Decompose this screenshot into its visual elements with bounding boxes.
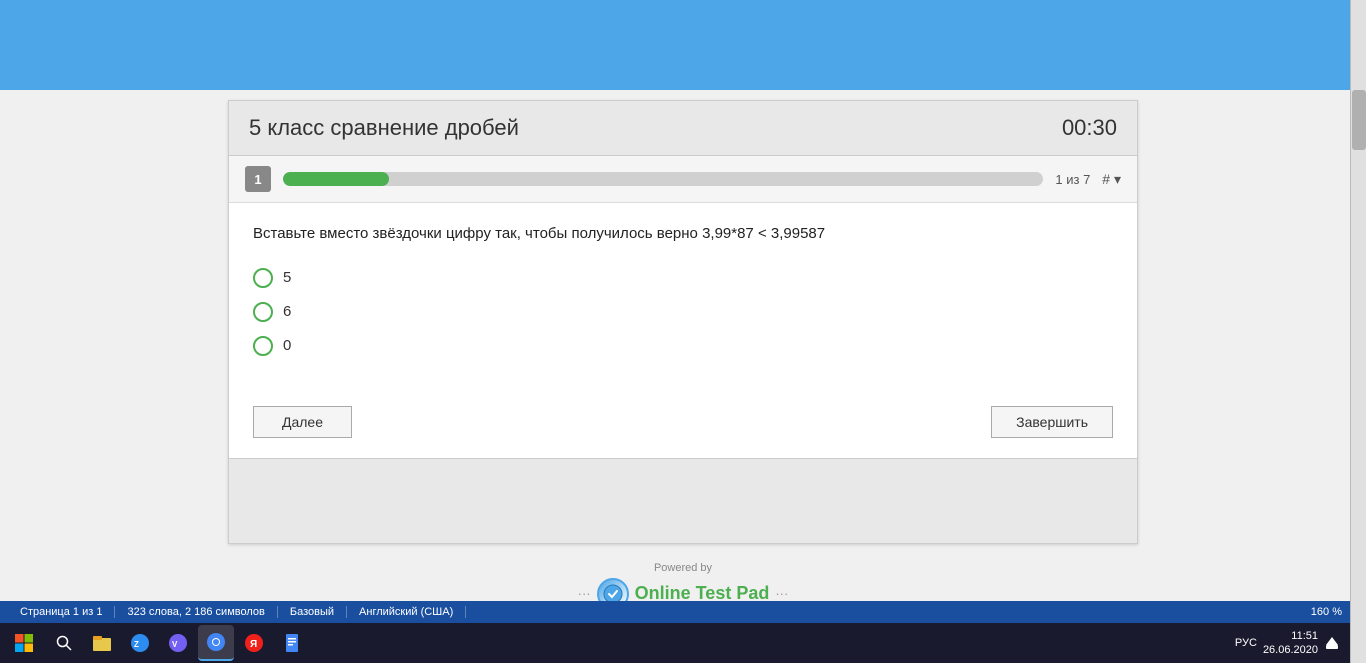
- scrollbar[interactable]: [1350, 0, 1366, 663]
- svg-text:V: V: [172, 640, 178, 649]
- option-label-3: 0: [283, 337, 291, 354]
- taskbar-yandex[interactable]: Я: [236, 625, 272, 661]
- notification-icon[interactable]: [1324, 635, 1340, 651]
- progress-area: 1 1 из 7 # ▾: [229, 156, 1137, 203]
- taskbar-clock: 11:51 26.06.2020: [1263, 629, 1318, 658]
- next-button[interactable]: Далее: [253, 406, 352, 438]
- taskbar-right-area: РУС 11:51 26.06.2020: [1235, 629, 1346, 658]
- progress-bar-fill: [283, 172, 389, 186]
- taskbar-search-button[interactable]: [46, 625, 82, 661]
- taskbar-language: РУС: [1235, 637, 1257, 649]
- question-number-badge: 1: [245, 166, 271, 192]
- question-body: Вставьте вместо звёздочки цифру так, что…: [229, 203, 1137, 406]
- status-bar: Страница 1 из 1 323 слова, 2 186 символо…: [0, 601, 1350, 623]
- quiz-header: 5 класс сравнение дробей 00:30: [229, 101, 1137, 156]
- taskbar-viber[interactable]: V: [160, 625, 196, 661]
- svg-text:Я: Я: [250, 639, 257, 650]
- progress-bar-container: [283, 172, 1043, 186]
- quiz-title: 5 класс сравнение дробей: [249, 115, 519, 141]
- card-lower-section: [229, 458, 1137, 543]
- progress-text: 1 из 7: [1055, 172, 1090, 187]
- status-zoom: 160 %: [1311, 606, 1342, 618]
- options-list: 5 6 0: [253, 268, 1113, 356]
- taskbar-time-display: 11:51: [1263, 629, 1318, 643]
- footer-powered-text: Powered by: [654, 562, 712, 574]
- status-word-count: 323 слова, 2 186 символов: [115, 606, 277, 618]
- footer-dots-left: ···: [578, 586, 591, 601]
- question-text: Вставьте вместо звёздочки цифру так, что…: [253, 223, 1113, 246]
- status-right: 160 %: [1311, 606, 1342, 618]
- scrollbar-thumb[interactable]: [1352, 90, 1366, 150]
- radio-option-1[interactable]: [253, 268, 273, 288]
- taskbar-docs[interactable]: [274, 625, 310, 661]
- taskbar: Z V Я РУС 11:51 26.06.2020: [0, 623, 1350, 663]
- option-item-2[interactable]: 6: [253, 302, 1113, 322]
- status-language: Английский (США): [347, 606, 466, 618]
- taskbar-zoom[interactable]: Z: [122, 625, 158, 661]
- hash-dropdown[interactable]: # ▾: [1102, 171, 1121, 188]
- windows-start-button[interactable]: [4, 625, 44, 661]
- header-bar: [0, 0, 1366, 90]
- radio-option-3[interactable]: [253, 336, 273, 356]
- quiz-card: 5 класс сравнение дробей 00:30 1 1 из 7 …: [228, 100, 1138, 544]
- option-item-3[interactable]: 0: [253, 336, 1113, 356]
- taskbar-chrome[interactable]: [198, 625, 234, 661]
- status-page-info: Страница 1 из 1: [8, 606, 115, 618]
- radio-option-2[interactable]: [253, 302, 273, 322]
- option-label-1: 5: [283, 269, 291, 286]
- quiz-timer: 00:30: [1062, 115, 1117, 141]
- main-area: 5 класс сравнение дробей 00:30 1 1 из 7 …: [0, 90, 1366, 616]
- status-style: Базовый: [278, 606, 347, 618]
- footer-dots-right: ···: [775, 586, 788, 601]
- taskbar-file-explorer[interactable]: [84, 625, 120, 661]
- taskbar-date-display: 26.06.2020: [1263, 643, 1318, 657]
- option-item-1[interactable]: 5: [253, 268, 1113, 288]
- svg-text:Z: Z: [134, 640, 139, 649]
- finish-button[interactable]: Завершить: [991, 406, 1113, 438]
- option-label-2: 6: [283, 303, 291, 320]
- buttons-row: Далее Завершить: [229, 406, 1137, 458]
